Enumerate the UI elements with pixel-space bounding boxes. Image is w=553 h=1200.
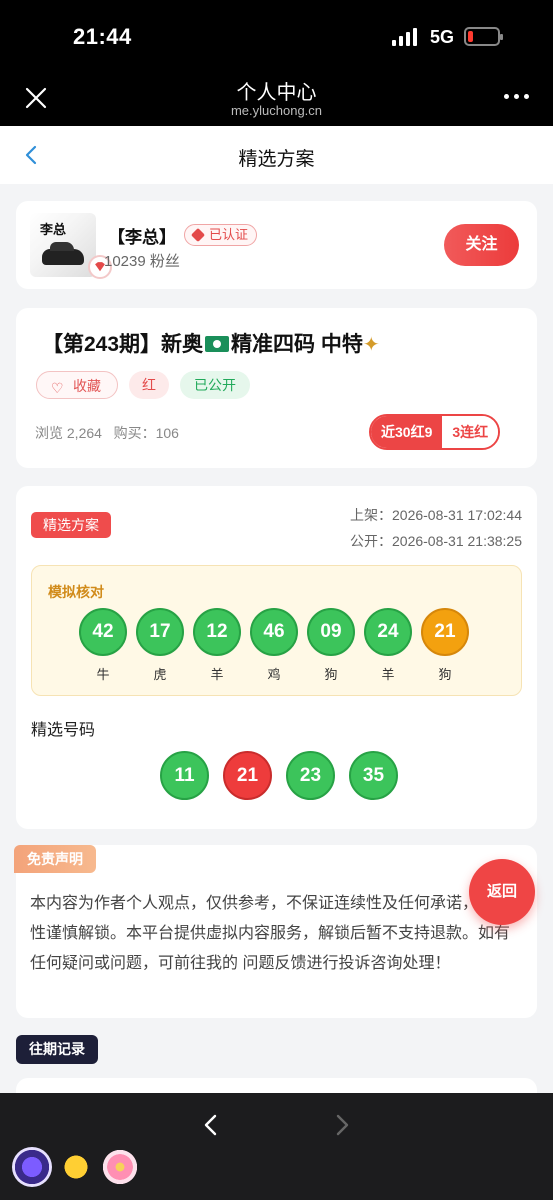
streak-consecutive: 3连红 [442, 416, 499, 448]
status-bar: 21:44 5G [0, 0, 553, 70]
simulation-panel: 模拟核对 42 牛 17 虎 12 羊 46 鸡 09 狗 24 羊 21 狗 [31, 565, 522, 696]
picked-number-ball: 23 [286, 751, 335, 800]
streak-badge: 近30红9 3连红 [369, 414, 501, 450]
nav-forward-icon[interactable] [332, 1113, 352, 1137]
plan-card: 【第243期】新奥 精准四码 中特✦ ♡ 收藏 红 已公开 浏览 2,264 购买… [16, 308, 537, 468]
browser-url: me.yluchong.cn [230, 103, 323, 118]
number-ball: 46 [250, 608, 298, 656]
browser-title: 个人中心 [236, 82, 317, 104]
certified-badge: 已认证 [184, 224, 258, 246]
public-tag: 已公开 [180, 371, 250, 399]
avatar-signature: 李总 [40, 223, 67, 238]
zodiac-label: 羊 [381, 667, 395, 682]
author-card: 李总 【李总】 已认证 10239 粉丝 关注 [16, 201, 537, 289]
simulation-ball-item: 46 鸡 [250, 608, 298, 683]
zodiac-label: 虎 [153, 667, 167, 682]
heart-icon: ♡ [51, 380, 64, 396]
disclaimer-text: 本内容为作者个人观点，仅供参考，不保证连续性及任何承诺，请理性谨慎解锁。本平台提… [30, 895, 511, 972]
number-ball: 17 [136, 608, 184, 656]
picked-numbers: 11 21 23 35 [160, 751, 398, 800]
picks-label: 精选号码 [31, 722, 96, 739]
simulation-ball-item: 21 狗 [421, 608, 469, 683]
author-name: 【李总】 [108, 228, 176, 247]
party-popper-icon: ✦ [362, 334, 380, 356]
history-tag[interactable]: 往期记录 [16, 1035, 98, 1064]
fans-count: 10239 粉丝 [104, 253, 180, 270]
simulation-label: 模拟核对 [48, 584, 104, 600]
number-ball: 12 [193, 608, 241, 656]
plan-stats: 浏览 2,264 购买：106 [35, 425, 179, 441]
simulation-ball-item: 09 狗 [307, 608, 355, 683]
detail-card: 精选方案 上架：2026-08-31 17:02:44 公开：2026-08-3… [16, 486, 537, 829]
number-ball: 24 [364, 608, 412, 656]
nav-back-icon[interactable] [201, 1113, 221, 1137]
public-time: 公开：2026-08-31 21:38:25 [350, 533, 522, 549]
simulation-ball-item: 17 虎 [136, 608, 184, 683]
status-time: 21:44 [73, 24, 132, 49]
zodiac-label: 牛 [96, 667, 110, 682]
plan-title-suffix: 精准四码 中特 [231, 333, 363, 356]
page-header: 精选方案 [0, 126, 553, 184]
cherry-blossom-icon [100, 1147, 140, 1187]
avatar[interactable]: 李总 [30, 213, 96, 277]
more-icon[interactable] [504, 94, 529, 99]
simulation-balls: 42 牛 17 虎 12 羊 46 鸡 09 狗 24 羊 21 狗 [79, 608, 469, 683]
signal-icon [392, 28, 417, 46]
red-tag: 红 [129, 371, 169, 399]
sticker-row [12, 1147, 140, 1187]
simulation-ball-item: 24 羊 [364, 608, 412, 683]
plan-title: 【第243期】新奥 精准四码 中特✦ [42, 328, 380, 358]
music-note-icon [12, 1147, 52, 1187]
battery-icon [464, 27, 503, 46]
selected-plan-tag: 精选方案 [31, 512, 111, 538]
page-title: 精选方案 [238, 149, 315, 170]
disclaimer-card: 免责声明 本内容为作者个人观点，仅供参考，不保证连续性及任何承诺，请理性谨慎解锁… [14, 845, 537, 1018]
number-ball: 09 [307, 608, 355, 656]
listed-time: 上架：2026-08-31 17:02:44 [350, 507, 522, 523]
macau-flag-icon [205, 336, 230, 352]
network-label: 5G [430, 27, 455, 47]
simulation-ball-item: 42 牛 [79, 608, 127, 683]
plan-title-prefix: 【第243期】新奥 [42, 333, 204, 356]
zodiac-label: 狗 [324, 667, 338, 682]
streak-recent: 近30红9 [371, 416, 443, 448]
number-ball: 42 [79, 608, 127, 656]
browser-header: 个人中心 me.yluchong.cn [0, 70, 553, 126]
banana-icon [56, 1147, 96, 1187]
publish-times: 上架：2026-08-31 17:02:44 公开：2026-08-31 21:… [350, 502, 522, 554]
disclaimer-tag: 免责声明 [14, 845, 96, 873]
follow-button[interactable]: 关注 [444, 224, 519, 266]
picked-number-ball: 21 [223, 751, 272, 800]
zodiac-label: 羊 [210, 667, 224, 682]
picked-number-ball: 11 [160, 751, 209, 800]
picked-number-ball: 35 [349, 751, 398, 800]
car-image [42, 242, 84, 265]
simulation-ball-item: 12 羊 [193, 608, 241, 683]
favorite-button[interactable]: ♡ 收藏 [36, 371, 118, 399]
zodiac-label: 狗 [438, 667, 452, 682]
back-button[interactable]: 返回 [469, 859, 535, 925]
favorite-label: 收藏 [73, 378, 101, 394]
zodiac-label: 鸡 [267, 667, 281, 682]
browser-bottom-bar [0, 1093, 553, 1200]
number-ball: 21 [421, 608, 469, 656]
